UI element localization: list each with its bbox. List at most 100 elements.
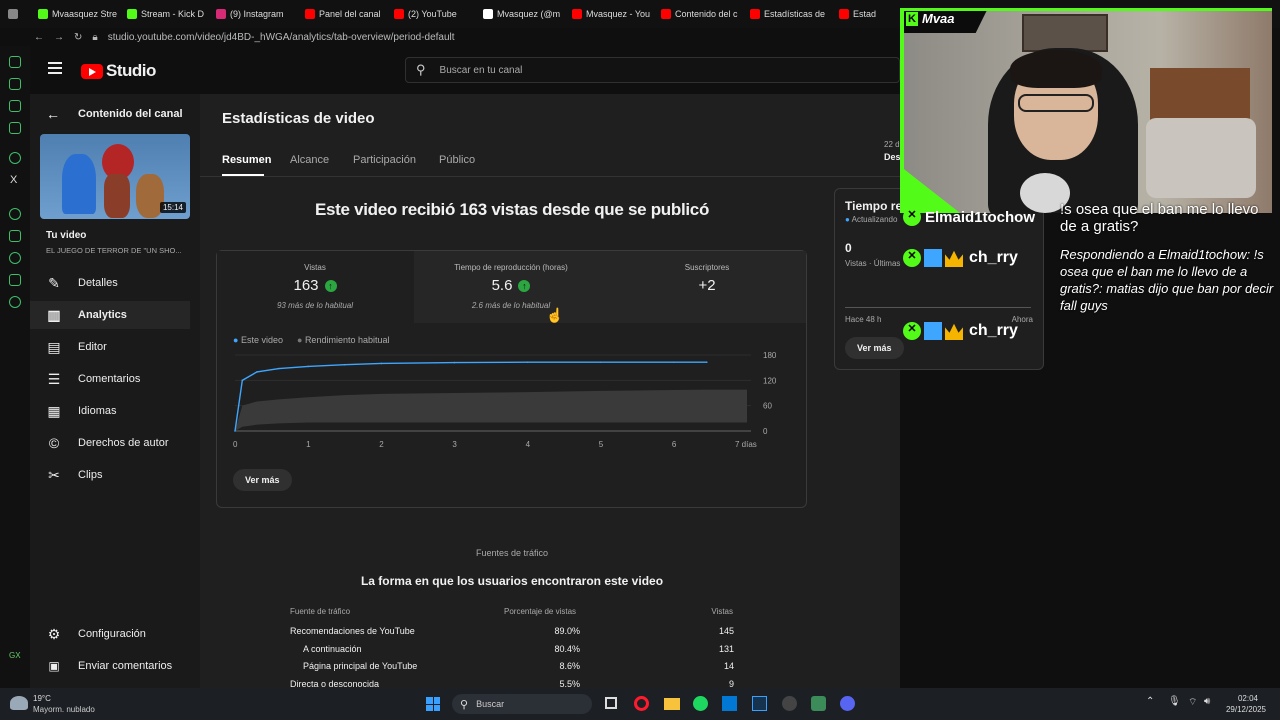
metric-value: 5.6 bbox=[491, 277, 513, 294]
studio-logo[interactable]: Studio bbox=[81, 61, 156, 81]
tab-favicon-icon bbox=[127, 9, 137, 19]
page-title: Estadísticas de video bbox=[222, 110, 375, 127]
date-range-partial[interactable]: 22 d bbox=[884, 140, 900, 149]
metric-value-row[interactable]: 5.6 ↑ bbox=[413, 277, 609, 294]
url-text[interactable]: studio.youtube.com/video/jd4BD-_hWGA/ana… bbox=[108, 32, 455, 43]
sidebar-item-pencil[interactable]: ✎ Detalles bbox=[30, 269, 190, 297]
traffic-views: 14 bbox=[723, 661, 734, 671]
metric-label[interactable]: Suscriptores bbox=[609, 263, 805, 272]
stream-webcam-overlay: K Mvaa bbox=[900, 8, 1272, 213]
metric-note: 2.6 más de lo habitual bbox=[471, 301, 551, 310]
gx-icon: GX bbox=[9, 651, 21, 660]
whatsapp-icon[interactable] bbox=[9, 152, 21, 164]
traffic-source[interactable]: Página principal de YouTube bbox=[303, 661, 417, 671]
sidebar-item-analytics[interactable]: ▥ Analytics bbox=[30, 301, 190, 329]
studio-header: Studio ⚲ Buscar en tu canal bbox=[30, 46, 900, 94]
store-icon[interactable] bbox=[722, 696, 737, 711]
see-more-button[interactable]: Ver más bbox=[233, 469, 292, 491]
chart-data-point bbox=[705, 361, 708, 363]
realtime-see-more-button[interactable]: Ver más bbox=[845, 337, 904, 359]
weather-temp[interactable]: 19°C bbox=[33, 694, 51, 703]
volume-icon[interactable]: 🔊︎ bbox=[1204, 696, 1210, 707]
clock-icon[interactable] bbox=[9, 252, 21, 264]
metric-label[interactable]: Tiempo de reproducción (horas) bbox=[413, 263, 609, 272]
search-bar[interactable]: ⚲ Buscar en tu canal bbox=[405, 57, 900, 83]
back-icon[interactable]: ← bbox=[34, 32, 44, 43]
search-placeholder[interactable]: Buscar en tu canal bbox=[440, 65, 523, 76]
browser-tab[interactable]: Stream - Kick D bbox=[119, 0, 208, 28]
browser-tab[interactable]: Mvasquez (@m bbox=[475, 0, 564, 28]
browser-tab[interactable]: Estadísticas de bbox=[742, 0, 831, 28]
discord-icon[interactable] bbox=[840, 696, 855, 711]
sidebar-item-feedback[interactable]: ▣ Enviar comentarios bbox=[30, 652, 190, 680]
metric-value-row[interactable]: +2 bbox=[609, 277, 805, 294]
microphone-icon[interactable]: 🎙︎ bbox=[1168, 696, 1181, 707]
tab-favicon-icon bbox=[572, 9, 582, 19]
messenger-icon[interactable] bbox=[9, 122, 21, 134]
browser-tab[interactable]: Mvaasquez Stre bbox=[30, 0, 119, 28]
address-bar[interactable]: ← → ↻ 🔒︎ studio.youtube.com/video/jd4BD-… bbox=[30, 28, 900, 46]
traffic-source[interactable]: A continuación bbox=[303, 644, 362, 654]
wifi-icon[interactable]: ⌔ bbox=[1188, 696, 1197, 709]
back-to-content[interactable]: ← Contenido del canal bbox=[46, 106, 183, 122]
metric-value-row[interactable]: 163 ↑ bbox=[217, 277, 413, 294]
realtime-sub: Vistas · Últimas bbox=[845, 259, 901, 268]
task-view-icon[interactable] bbox=[605, 697, 617, 709]
chat-message-2: Respondiendo a Elmaid1tochow: !s osea qu… bbox=[1060, 247, 1274, 313]
traffic-source[interactable]: Directa o desconocida bbox=[290, 679, 379, 689]
date-range-label[interactable]: Des bbox=[884, 152, 901, 162]
vscode-icon[interactable] bbox=[752, 696, 767, 711]
tray-chevron-icon[interactable]: ⌃ bbox=[1146, 696, 1154, 707]
pin-icon[interactable] bbox=[9, 100, 21, 112]
tab-favicon-icon bbox=[839, 9, 849, 19]
app-icon[interactable] bbox=[811, 696, 826, 711]
taskbar-search[interactable]: ⚲ Buscar bbox=[452, 694, 592, 714]
tab-participación[interactable]: Participación bbox=[353, 154, 416, 166]
history-icon[interactable] bbox=[9, 56, 21, 68]
sidebar-item-settings[interactable]: ⚙ Configuración bbox=[30, 620, 190, 648]
clock-time[interactable]: 02:04 bbox=[1222, 694, 1258, 703]
chart-xtick-label: 4 bbox=[526, 440, 531, 449]
extension-icon[interactable] bbox=[9, 78, 21, 90]
webcam-bed bbox=[1146, 118, 1256, 198]
video-thumbnail[interactable]: 15:14 bbox=[40, 134, 190, 219]
x-icon[interactable]: X bbox=[10, 174, 17, 186]
browser-tab[interactable]: (9) Instagram bbox=[208, 0, 297, 28]
settings-icon[interactable] bbox=[9, 296, 21, 308]
file-explorer-icon[interactable] bbox=[664, 698, 680, 710]
opera-gx-icon[interactable] bbox=[634, 696, 649, 711]
heart-icon[interactable] bbox=[9, 230, 21, 242]
forward-icon[interactable]: → bbox=[54, 32, 64, 43]
browser-tab[interactable]: (2) YouTube bbox=[386, 0, 475, 28]
obs-icon[interactable] bbox=[782, 696, 797, 711]
tab-público[interactable]: Público bbox=[439, 154, 475, 166]
sidebar-item-editor[interactable]: ▤ Editor bbox=[30, 333, 190, 361]
traffic-header-source: Fuente de tráfico bbox=[290, 607, 351, 616]
browser-tab[interactable]: Mvasquez - You bbox=[564, 0, 653, 28]
browser-tab[interactable]: Panel del canal bbox=[297, 0, 386, 28]
metric-label[interactable]: Vistas bbox=[217, 263, 413, 272]
spotify-icon[interactable] bbox=[693, 696, 708, 711]
windows-start-icon[interactable] bbox=[426, 697, 440, 711]
tab-resumen[interactable]: Resumen bbox=[222, 154, 272, 166]
browser-tab[interactable]: Contenido del c bbox=[653, 0, 742, 28]
clock-date[interactable]: 29/12/2025 bbox=[1222, 705, 1266, 714]
reload-icon[interactable]: ↻ bbox=[74, 32, 82, 43]
sidebar-item-comments[interactable]: ☰ Comentarios bbox=[30, 365, 190, 393]
chart-ytick-label: 60 bbox=[763, 402, 772, 411]
sidebar-item-scissors[interactable]: ✂ Clips bbox=[30, 461, 190, 489]
box-icon[interactable] bbox=[9, 274, 21, 286]
scissors-icon: ✂ bbox=[48, 466, 60, 483]
sidebar-item-subtitles[interactable]: ▦ Idiomas bbox=[30, 397, 190, 425]
sidebar-item-copyright[interactable]: © Derechos de autor bbox=[30, 429, 190, 457]
tab-favicon-icon bbox=[483, 9, 493, 19]
browser-tab[interactable] bbox=[0, 0, 30, 28]
weather-desc[interactable]: Mayorm. nublado bbox=[33, 705, 95, 714]
traffic-source[interactable]: Recomendaciones de YouTube bbox=[290, 626, 415, 636]
menu-icon[interactable] bbox=[48, 62, 62, 74]
chart-data-point bbox=[241, 379, 244, 382]
player-icon[interactable] bbox=[9, 208, 21, 220]
feedback-icon: ▣ bbox=[48, 659, 60, 673]
tab-alcance[interactable]: Alcance bbox=[290, 154, 329, 166]
weather-icon[interactable] bbox=[10, 696, 28, 710]
